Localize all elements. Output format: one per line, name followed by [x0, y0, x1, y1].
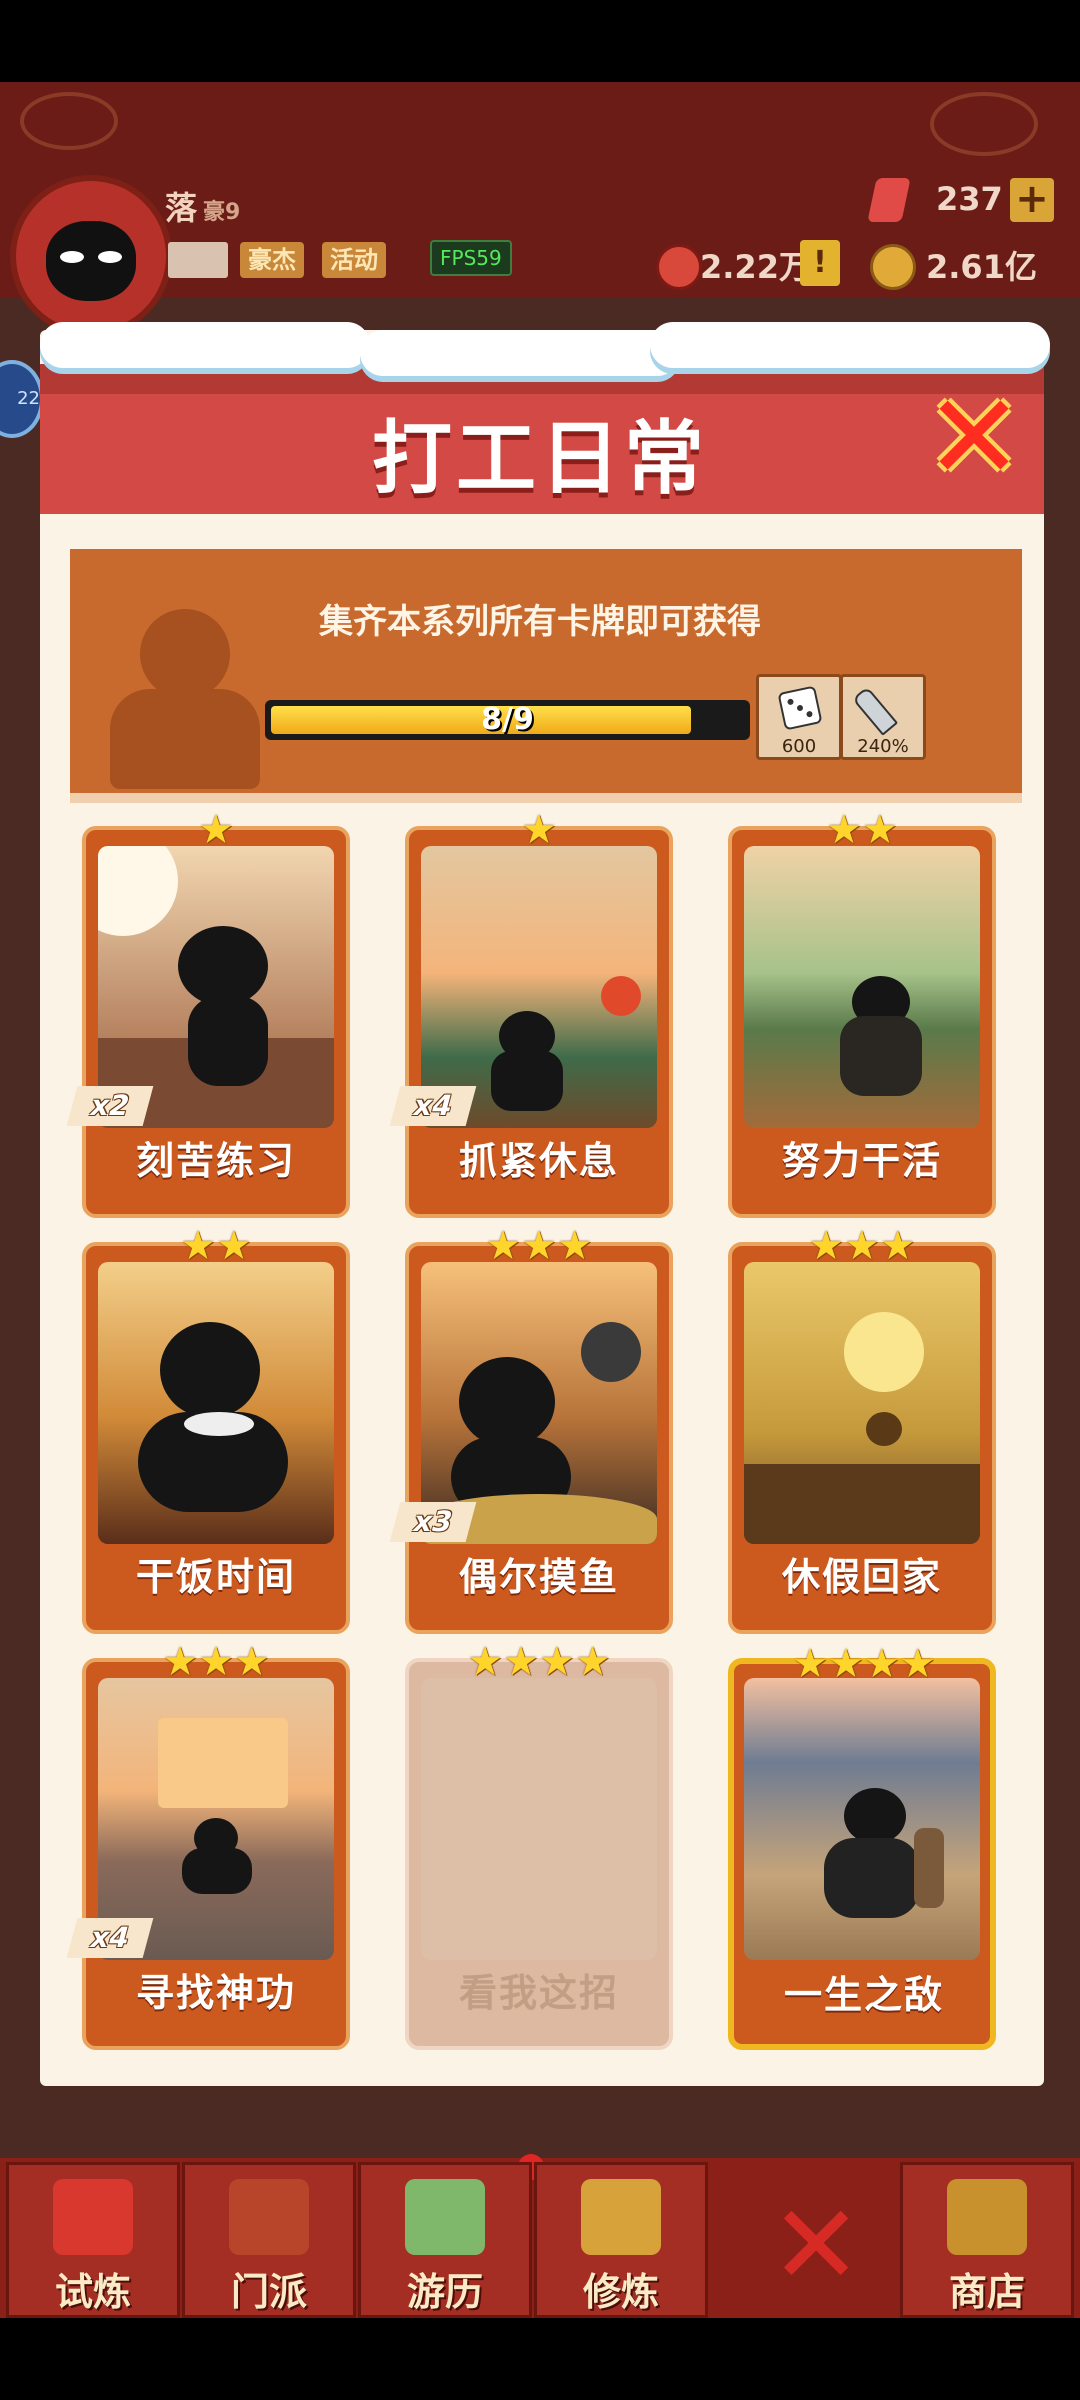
card-7-locked[interactable]: ★★★★ 看我这招	[405, 1642, 673, 2050]
nav-trial-label: 试炼	[54, 2270, 131, 2314]
tag-hero-button[interactable]: 豪杰	[240, 242, 304, 278]
card-stars: ★★	[180, 1223, 252, 1269]
reward-sword-value: 240%	[857, 736, 909, 757]
card-count: x2	[66, 1086, 154, 1126]
card-5[interactable]: ★★★ 休假回家	[728, 1226, 996, 1634]
card-6[interactable]: ★★★ x4 寻找神功	[66, 1642, 350, 2050]
card-2[interactable]: ★★ 努力干活	[728, 810, 996, 1218]
reward-sword[interactable]: 240%	[840, 674, 926, 760]
card-count: x4	[66, 1918, 154, 1958]
scroll-icon	[53, 2179, 133, 2255]
system-nav-bar	[0, 2318, 1080, 2400]
nav-travel-label: 游历	[406, 2270, 483, 2314]
card-3[interactable]: ★★ 干饭时间	[82, 1226, 350, 1634]
card-4[interactable]: ★★★ x3 偶尔摸鱼	[389, 1226, 673, 1634]
card-count: x4	[389, 1086, 477, 1126]
alert-button[interactable]: !	[800, 240, 840, 286]
snow-decoration	[650, 322, 1050, 368]
card-stars: ★★★	[808, 1223, 916, 1269]
add-gems-button[interactable]: +	[1010, 178, 1054, 222]
mail-icon[interactable]	[168, 242, 228, 278]
card-0[interactable]: ★ x2 刻苦练习	[66, 810, 350, 1218]
card-art	[744, 846, 980, 1128]
gold-coin-icon	[870, 244, 916, 290]
silver-count: 2.22万	[700, 248, 811, 286]
card-name: 干饭时间	[135, 1555, 296, 1599]
card-count: x3	[389, 1502, 477, 1542]
ninja-figure	[178, 926, 268, 1006]
player-avatar[interactable]	[10, 175, 172, 337]
cloud-ornament	[20, 92, 118, 150]
progress-text: 8/9	[481, 702, 534, 737]
nav-shop-label: 商店	[948, 2270, 1025, 2314]
ninja-figure	[866, 1412, 902, 1446]
nav-sect-label: 门派	[230, 2270, 307, 2314]
card-name: 休假回家	[781, 1555, 942, 1599]
dialog-title: 打工日常	[372, 412, 708, 505]
snow-decoration	[360, 330, 680, 376]
training-dummy-icon	[914, 1828, 944, 1908]
status-bar	[0, 0, 1080, 82]
silver-icon	[656, 244, 702, 290]
book-icon	[581, 2179, 661, 2255]
card-art	[744, 1262, 980, 1544]
player-name-text: 落	[165, 189, 198, 227]
dice-icon	[777, 685, 823, 731]
card-art	[744, 1678, 980, 1960]
ninja-figure	[160, 1322, 260, 1418]
nav-shop[interactable]: 商店	[900, 2162, 1074, 2318]
temple-icon	[229, 2179, 309, 2255]
card-art	[98, 1262, 334, 1544]
gem-count: 237	[936, 180, 1003, 218]
ninja-face-icon	[46, 221, 136, 301]
card-stars: ★★★★	[467, 1639, 611, 1685]
mountain-icon	[405, 2179, 485, 2255]
reward-dice[interactable]: 600	[756, 674, 842, 760]
card-name: 刻苦练习	[135, 1139, 296, 1183]
rice-bowl-icon	[184, 1412, 254, 1436]
ninja-figure	[844, 1788, 906, 1844]
player-name: 落豪9	[165, 183, 240, 229]
banner-text: 集齐本系列所有卡牌即可获得	[319, 602, 761, 642]
card-1[interactable]: ★ x4 抓紧休息	[389, 810, 673, 1218]
card-name: 看我这招	[458, 1971, 619, 2015]
card-name: 偶尔摸鱼	[458, 1555, 619, 1599]
card-stars: ★	[198, 807, 234, 853]
card-name: 努力干活	[781, 1139, 942, 1183]
card-name: 一生之敌	[783, 1973, 944, 2017]
collection-progress-bar: 8/9	[265, 700, 750, 740]
nav-cultivate[interactable]: 修炼	[534, 2162, 708, 2318]
card-stars: ★★★	[162, 1639, 270, 1685]
cloud-ornament	[930, 92, 1038, 156]
sword-icon	[851, 686, 899, 736]
nav-sect[interactable]: 门派	[182, 2162, 356, 2318]
close-nav-icon[interactable]: ✕	[770, 2190, 862, 2300]
card-stars: ★★	[826, 807, 898, 853]
tag-event-button[interactable]: 活动	[322, 242, 386, 278]
card-stars: ★★★★	[792, 1641, 936, 1687]
nav-cultivate-label: 修炼	[582, 2270, 659, 2314]
card-stars: ★★★	[485, 1223, 593, 1269]
snow-decoration	[40, 322, 370, 368]
close-dialog-button[interactable]: ✕	[920, 378, 1028, 496]
ninja-figure	[459, 1357, 555, 1447]
card-art-locked	[421, 1678, 657, 1960]
card-name: 抓紧休息	[458, 1139, 619, 1183]
card-name: 寻找神功	[135, 1971, 296, 2015]
nav-trial[interactable]: 试炼	[6, 2162, 180, 2318]
nav-travel[interactable]: 游历	[358, 2162, 532, 2318]
player-rank: 豪9	[203, 200, 241, 225]
card-stars: ★	[521, 807, 557, 853]
gold-count: 2.61亿	[926, 248, 1037, 286]
card-8[interactable]: ★★★★ 一生之敌	[728, 1644, 996, 2050]
fps-counter: FPS59	[430, 240, 512, 276]
reward-dice-value: 600	[781, 736, 817, 757]
shop-icon	[947, 2179, 1027, 2255]
